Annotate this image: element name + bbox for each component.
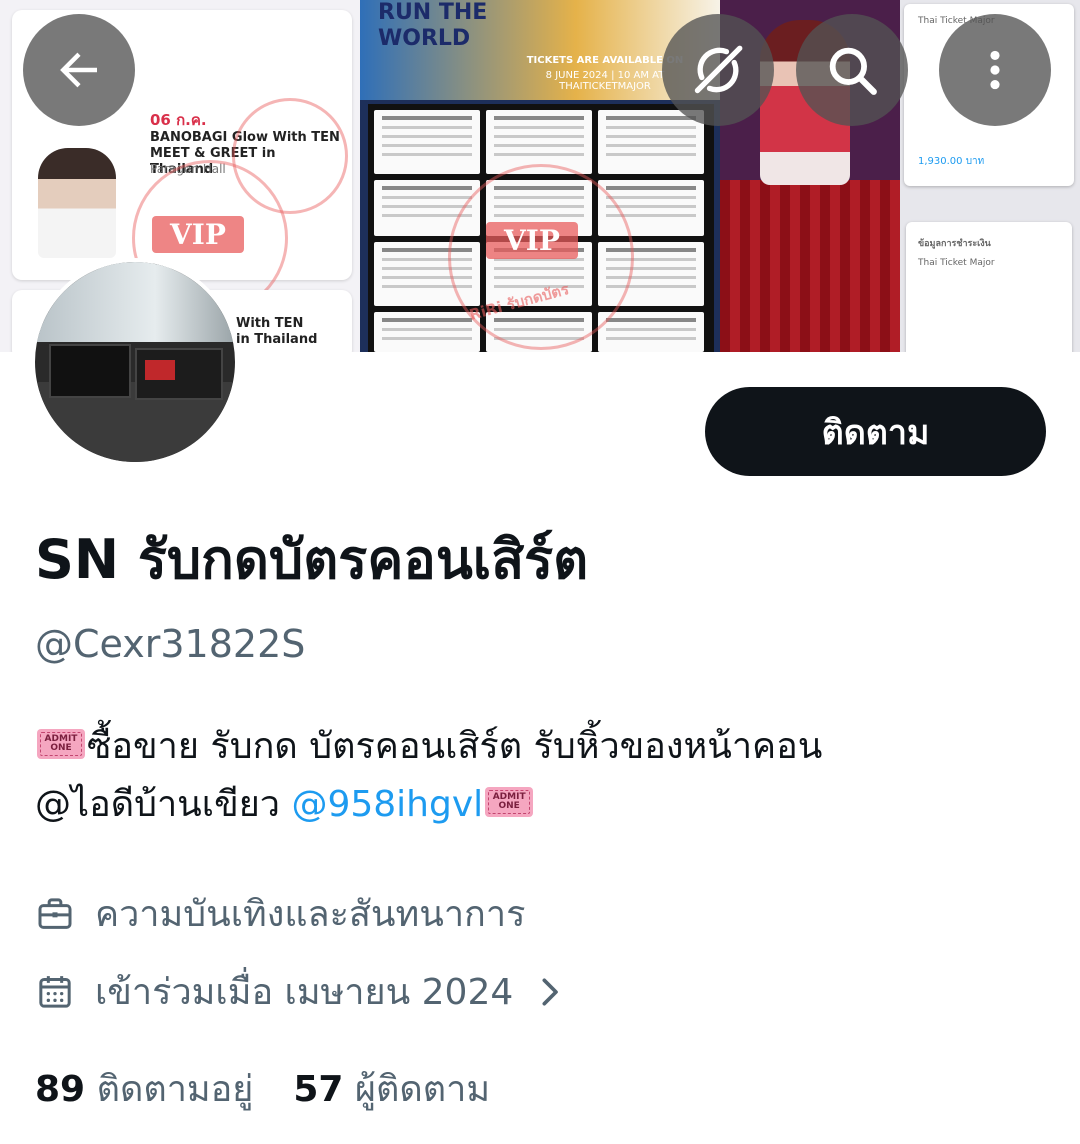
avatar-monitor <box>135 348 223 400</box>
ticket-item <box>598 312 704 352</box>
ticket-item <box>374 312 480 352</box>
receipt-heading: ข้อมูลการชำระเงิน <box>918 239 991 249</box>
vip-watermark: VIP <box>486 222 578 259</box>
profile-stats: 89 ติดตามอยู่ 57 ผู้ติดตาม <box>35 1060 490 1117</box>
grok-icon <box>694 45 743 94</box>
receipt-card: ข้อมูลการชำระเงิน Thai Ticket Major <box>906 222 1072 352</box>
ticket-item <box>598 110 704 174</box>
following-count: 89 <box>35 1069 86 1110</box>
following-link[interactable]: 89 ติดตามอยู่ <box>35 1069 253 1110</box>
arrow-left-icon <box>60 52 97 88</box>
vip-watermark: VIP <box>152 216 244 253</box>
stage-curtain <box>720 180 900 352</box>
followers-count: 57 <box>293 1069 344 1110</box>
followers-label: ผู้ติดตาม <box>354 1069 491 1110</box>
grok-button[interactable] <box>662 14 774 126</box>
profile-avatar[interactable] <box>31 258 239 466</box>
search-button[interactable] <box>796 14 908 126</box>
poster-title: RUN THE WORLD <box>378 0 488 51</box>
profile-bio: ADMIT ONE ซื้อขาย รับกด บัตรคอนเสิร์ต รับ… <box>35 718 1055 834</box>
followers-link[interactable]: 57 ผู้ติดตาม <box>293 1069 490 1110</box>
event-photo <box>38 148 116 258</box>
briefcase-icon <box>38 897 72 929</box>
calendar-icon <box>39 975 71 1008</box>
display-name: SN รับกดบัตรคอนเสิร์ต <box>35 528 589 591</box>
bio-line-2: @ไอดีบ้านเขียว <box>35 784 292 825</box>
admit-ticket-emoji: ADMIT ONE <box>37 729 85 759</box>
profile-join-date[interactable]: เข้าร่วมเมื่อ เมษายน 2024 <box>35 963 583 1020</box>
profile-category: ความบันเทิงและสันทนาการ <box>35 885 525 942</box>
back-button[interactable] <box>23 14 135 126</box>
user-handle: @Cexr31822S <box>35 622 306 666</box>
avatar-window-bg <box>35 262 235 342</box>
event-date: 06 ก.ค. <box>150 111 207 129</box>
category-label: ความบันเทิงและสันทนาการ <box>95 894 526 935</box>
search-icon <box>829 47 877 95</box>
more-options-button[interactable] <box>939 14 1051 126</box>
bio-mention-link[interactable]: @958ihgvl <box>291 784 483 825</box>
event-title: With TEN in Thailand <box>236 316 318 347</box>
more-vertical-icon <box>990 50 1000 90</box>
following-label: ติดตามอยู่ <box>96 1069 254 1110</box>
follow-button[interactable]: ติดตาม <box>705 387 1046 476</box>
admit-ticket-emoji: ADMIT ONE <box>485 787 534 817</box>
avatar-monitor <box>49 344 131 398</box>
receipt-price: 1,930.00 บาท <box>918 156 985 167</box>
join-date-label: เข้าร่วมเมื่อ เมษายน 2024 <box>95 972 514 1013</box>
receipt-vendor: Thai Ticket Major <box>918 258 995 268</box>
ticket-list: VIP RiRi รับกดบัตร <box>368 104 714 352</box>
ticket-item <box>374 110 480 174</box>
chevron-right-icon <box>542 978 559 1005</box>
bio-line-1: ซื้อขาย รับกด บัตรคอนเสิร์ต รับหิ้วของหน… <box>87 726 823 767</box>
